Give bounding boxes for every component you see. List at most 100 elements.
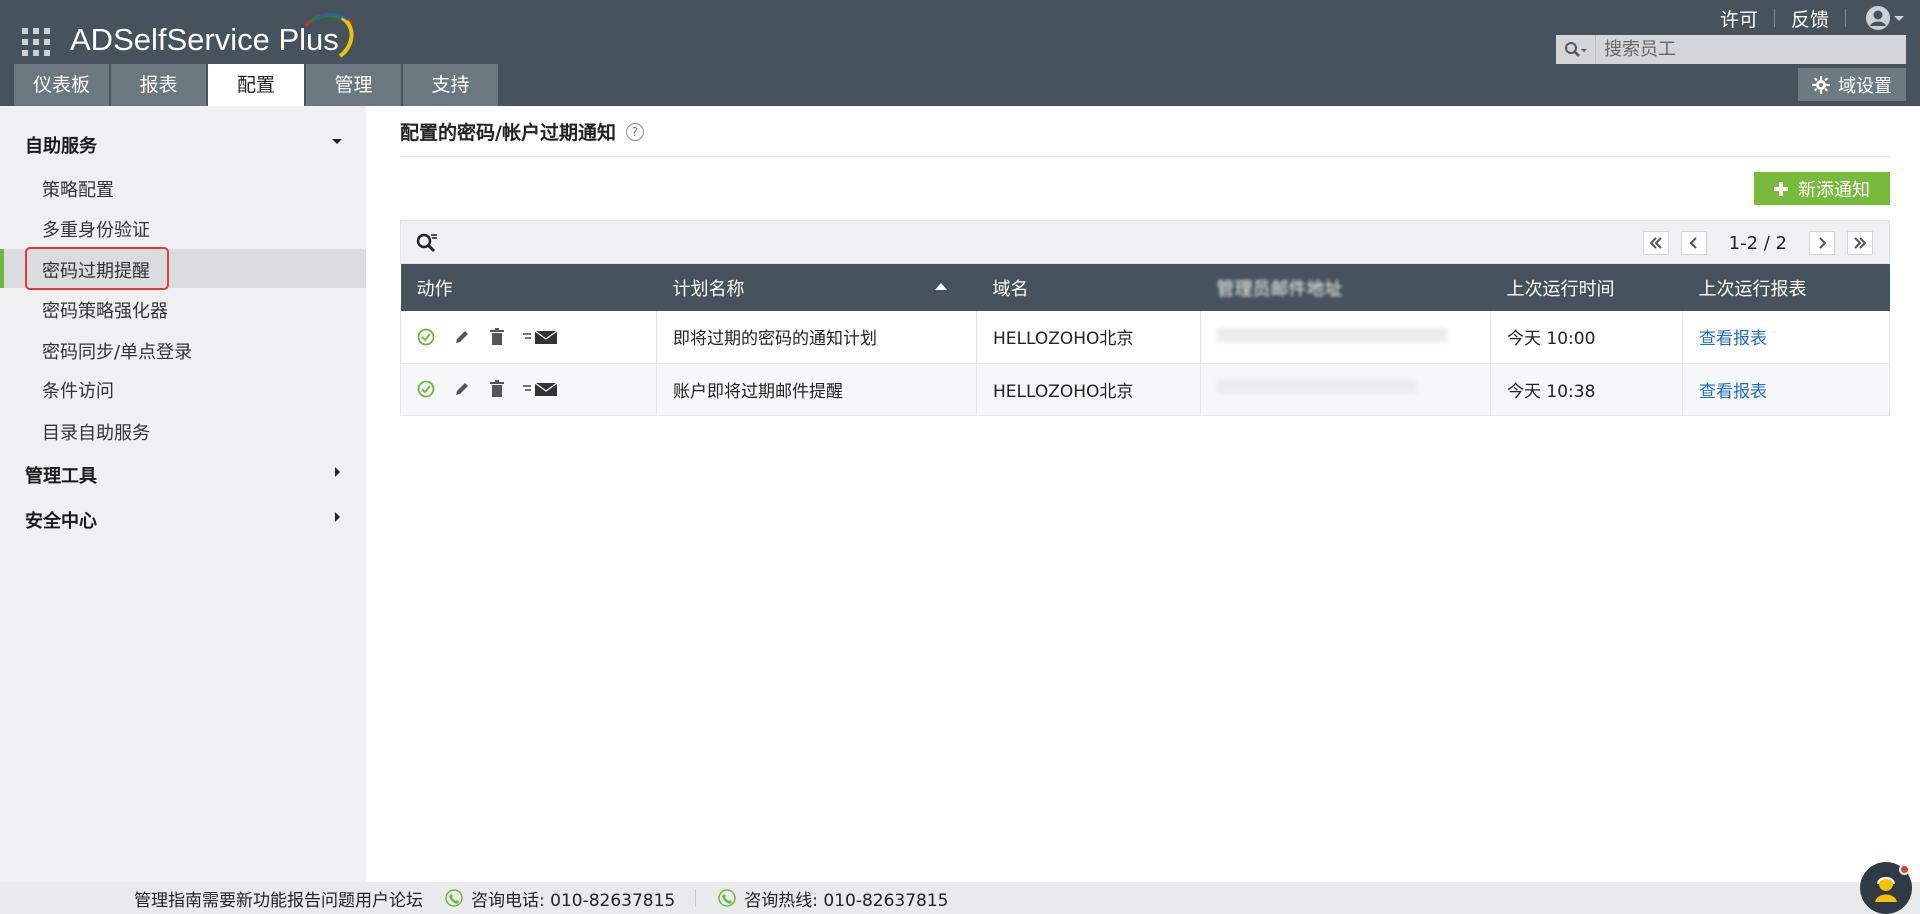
row-actions [400, 363, 657, 416]
cell-report: 查看报表 [1682, 363, 1890, 416]
prev-page-button[interactable] [1680, 231, 1707, 255]
sidebar-item-password-sync[interactable]: 密码同步/单点登录 [42, 338, 192, 364]
divider [1773, 9, 1775, 27]
caret-down-icon [332, 139, 342, 144]
grid-toolbar: 1-2 / 2 [400, 220, 1890, 264]
section-self-service[interactable]: 自助服务 [25, 132, 343, 158]
edit-pencil-icon[interactable] [453, 328, 471, 346]
chevron-left-icon [1689, 237, 1697, 249]
chevron-right-icon [1819, 237, 1827, 249]
user-menu[interactable] [1864, 4, 1906, 32]
employee-search [1556, 35, 1906, 64]
delete-trash-icon[interactable] [489, 380, 505, 398]
send-mail-icon[interactable] [523, 328, 559, 346]
phone-icon [718, 889, 736, 907]
app-logo: ADSelfService Plus [70, 22, 339, 57]
highlight-box [25, 247, 169, 290]
pager: 1-2 / 2 [1642, 231, 1873, 255]
footer-hotline-text: 咨询热线: 010-82637815 [744, 890, 949, 911]
page-title: 配置的密码/帐户过期通知 ? [400, 118, 644, 145]
plus-icon [1774, 181, 1788, 196]
section-title: 自助服务 [25, 136, 97, 157]
new-notification-label: 新添通知 [1798, 179, 1870, 201]
column-header-label: 计划名称 [672, 278, 745, 300]
delete-trash-icon[interactable] [489, 327, 505, 346]
cell-domain: HELLOZOHO北京 [976, 311, 1201, 364]
next-page-button[interactable] [1809, 231, 1835, 255]
double-chevron-left-icon [1649, 237, 1662, 249]
footer-phone-text: 咨询电话: 010-82637815 [471, 890, 676, 911]
tab-admin[interactable]: 管理 [306, 64, 401, 106]
tab-reports[interactable]: 报表 [111, 64, 206, 106]
column-header-schedule-name[interactable]: 计划名称 [656, 264, 977, 311]
divider [695, 889, 697, 907]
cell-last-run: 今天 10:00 [1490, 311, 1683, 364]
sidebar-item-conditional-access[interactable]: 条件访问 [42, 377, 114, 403]
caret-right-icon [335, 512, 340, 522]
domain-settings-button[interactable]: 域设置 [1798, 68, 1906, 101]
last-page-button[interactable] [1847, 231, 1873, 255]
column-header-last-report[interactable]: 上次运行报表 [1682, 264, 1890, 311]
tab-support[interactable]: 支持 [403, 64, 498, 106]
send-mail-icon[interactable] [523, 380, 559, 398]
search-input[interactable] [1596, 36, 1906, 63]
section-title: 管理工具 [25, 466, 97, 487]
tab-dashboard[interactable]: 仪表板 [14, 64, 109, 106]
cell-report: 查看报表 [1682, 311, 1890, 364]
chevron-down-icon [1894, 16, 1904, 21]
column-header-label: 管理员邮件地址 [1216, 278, 1343, 300]
page-info: 1-2 / 2 [1728, 232, 1787, 254]
main-tabs: 仪表板 报表 配置 管理 支持 [14, 64, 500, 106]
cell-domain: HELLOZOHO北京 [976, 363, 1201, 416]
double-chevron-right-icon [1854, 237, 1867, 249]
section-title: 安全中心 [25, 511, 97, 532]
search-icon[interactable] [415, 232, 439, 259]
cell-schedule-name: 账户即将过期邮件提醒 [656, 363, 977, 416]
first-page-button[interactable] [1642, 231, 1669, 255]
enabled-check-icon[interactable] [417, 380, 435, 398]
footer-links[interactable]: 管理指南需要新功能报告问题用户论坛 [134, 886, 423, 911]
sidebar: 自助服务 策略配置 多重身份验证 密码过期提醒 密码策略强化器 密码同步/单点登… [0, 106, 366, 882]
page-title-text: 配置的密码/帐户过期通知 [400, 122, 616, 144]
section-security-center[interactable]: 安全中心 [25, 507, 343, 533]
phone-icon [445, 889, 463, 907]
table-row: 账户即将过期邮件提醒 HELLOZOHO北京 今天 10:38 查看报表 [400, 363, 1890, 416]
license-link[interactable]: 许可 [1720, 5, 1758, 32]
domain-settings-label: 域设置 [1838, 75, 1892, 97]
sidebar-item-policy-config[interactable]: 策略配置 [42, 176, 114, 202]
caret-right-icon [335, 467, 340, 477]
footer-phone: 咨询电话: 010-82637815 [445, 886, 675, 911]
sidebar-item-mfa[interactable]: 多重身份验证 [42, 216, 150, 242]
sidebar-item-password-policy[interactable]: 密码策略强化器 [42, 297, 168, 323]
notification-table: 动作 计划名称 域名 管理员邮件地址 上次运行时间 上次运行报表 即将过期的密码… [400, 264, 1890, 416]
cell-last-run: 今天 10:38 [1490, 363, 1683, 416]
logo-swoosh-icon [304, 13, 354, 58]
column-header-last-run[interactable]: 上次运行时间 [1490, 264, 1683, 311]
column-header-domain[interactable]: 域名 [976, 264, 1201, 311]
divider [400, 156, 1890, 157]
enabled-check-icon[interactable] [417, 328, 435, 346]
app-grid-icon[interactable] [22, 28, 52, 56]
column-header-admin-email[interactable]: 管理员邮件地址 [1200, 264, 1491, 311]
section-admin-tools[interactable]: 管理工具 [25, 462, 343, 488]
search-icon[interactable] [1556, 35, 1596, 64]
support-agent-icon [1875, 877, 1897, 902]
view-report-link[interactable]: 查看报表 [1699, 329, 1767, 349]
cell-admin-email [1200, 363, 1491, 416]
footer-hotline: 咨询热线: 010-82637815 [718, 886, 949, 911]
view-report-link[interactable]: 查看报表 [1699, 382, 1767, 402]
edit-pencil-icon[interactable] [453, 380, 471, 398]
feedback-link[interactable]: 反馈 [1791, 5, 1829, 32]
table-row: 即将过期的密码的通知计划 HELLOZOHO北京 今天 10:00 查看报表 [400, 311, 1890, 364]
help-icon[interactable]: ? [625, 122, 644, 141]
chat-support-button[interactable] [1860, 862, 1912, 914]
row-actions [400, 311, 657, 364]
sidebar-item-directory-self-service[interactable]: 目录自助服务 [42, 419, 150, 445]
notification-dot [1899, 864, 1910, 875]
tab-configuration[interactable]: 配置 [208, 64, 304, 106]
app-header: ADSelfService Plus 许可 反馈 搜索员工 仪表板 报表 配置 … [0, 0, 1920, 106]
new-notification-button[interactable]: 新添通知 [1754, 172, 1890, 205]
cell-schedule-name: 即将过期的密码的通知计划 [656, 311, 977, 364]
user-avatar-icon [1866, 6, 1890, 30]
gear-icon [1812, 75, 1830, 94]
